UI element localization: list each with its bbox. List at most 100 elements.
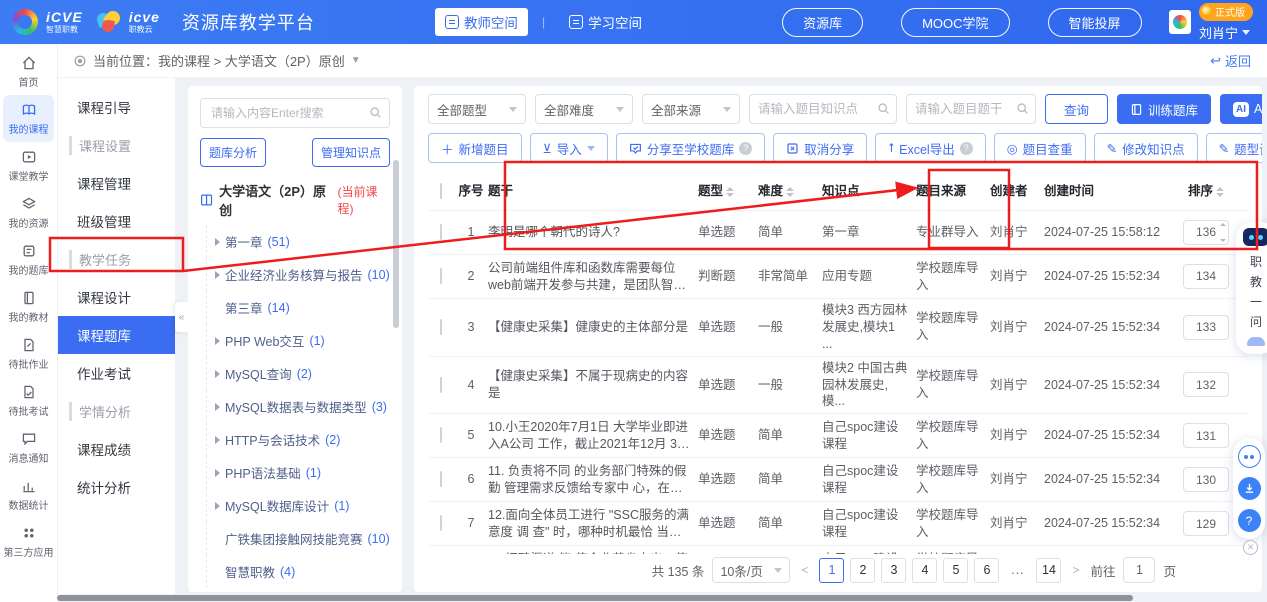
sort-order-input[interactable]: 129 — [1183, 511, 1229, 536]
menu-item-course-design[interactable]: 课程设计 — [57, 278, 175, 316]
col-type[interactable]: 题型 — [698, 183, 758, 200]
resource-library-button[interactable]: 资源库 — [782, 8, 863, 37]
col-sort[interactable]: 排序 — [1176, 183, 1236, 200]
rail-item-notifications[interactable]: 消息通知 — [3, 424, 54, 471]
rail-item-classroom-teaching[interactable]: 课堂教学 — [3, 142, 54, 189]
question-stem[interactable]: 公司前端组件库和函数库需要每位web前端开发参与共建，是团队智慧的结晶和... — [488, 260, 690, 294]
row-checkbox[interactable] — [440, 268, 442, 284]
chapter-node[interactable]: PHP Web交互 (1) — [206, 324, 390, 357]
goto-page-input[interactable] — [1123, 557, 1155, 583]
chat-robot-button[interactable] — [1238, 445, 1261, 468]
prev-page-button[interactable]: < — [798, 563, 811, 577]
app-icon[interactable] — [1169, 10, 1191, 34]
sort-order-input[interactable]: 132 — [1183, 372, 1229, 397]
duplicate-check-button[interactable]: ◎ 题目查重 — [994, 133, 1086, 163]
rail-item-my-courses[interactable]: 我的课程 — [3, 95, 54, 142]
help-icon[interactable]: ? — [739, 142, 752, 155]
query-button[interactable]: 查询 — [1045, 94, 1108, 124]
add-question-button[interactable]: ＋新增题目 — [428, 133, 522, 163]
sort-order-input[interactable]: 130 — [1183, 467, 1229, 492]
tree-search-input[interactable] — [200, 98, 390, 128]
expand-caret-icon[interactable] — [215, 271, 220, 279]
rail-item-pending-homework[interactable]: 待批作业 — [3, 330, 54, 377]
cancel-share-button[interactable]: 取消分享 — [773, 133, 867, 163]
question-stem[interactable]: 10.小王2020年7月1日 大学毕业即进入A公司 工作，截止2021年12月 … — [488, 419, 690, 453]
sort-icon[interactable] — [1216, 187, 1224, 197]
rail-item-third-party-apps[interactable]: 第三方应用 — [3, 518, 54, 565]
menu-item-statistical-analysis[interactable]: 统计分析 — [57, 468, 175, 506]
import-button[interactable]: ⊻导入 — [530, 133, 608, 163]
page-number-button[interactable]: ... — [1005, 558, 1030, 583]
page-number-button[interactable]: 5 — [943, 558, 968, 583]
expand-caret-icon[interactable] — [215, 502, 220, 510]
user-menu[interactable]: 刘肖宁 — [1199, 23, 1250, 42]
manage-knowledge-points-button[interactable]: 管理知识点 — [312, 138, 390, 167]
breadcrumb-path[interactable]: 我的课程 > 大学语文（2P）原创 — [158, 51, 345, 70]
sort-icon[interactable] — [726, 187, 734, 197]
row-checkbox[interactable] — [440, 471, 442, 487]
chapter-node[interactable]: MySQL数据库设计 (1) — [206, 489, 390, 522]
stepper-icons[interactable] — [1220, 223, 1226, 242]
select-all-checkbox[interactable] — [440, 183, 442, 199]
source-select[interactable]: 全部来源 — [642, 94, 740, 124]
rail-item-my-resources[interactable]: 我的资源 — [3, 189, 54, 236]
rail-item-home[interactable]: 首页 — [3, 48, 54, 95]
question-type-select[interactable]: 全部题型 — [428, 94, 526, 124]
download-button[interactable] — [1238, 477, 1261, 500]
tab-teacher-space[interactable]: 教师空间 — [435, 8, 528, 36]
chapter-node[interactable]: 广铁集团接触网技能竞赛 (10) — [206, 522, 390, 555]
chapter-node[interactable]: PHP语法基础 (1) — [206, 456, 390, 489]
row-checkbox[interactable] — [440, 319, 442, 335]
difficulty-select[interactable]: 全部难度 — [535, 94, 633, 124]
chapter-node[interactable]: 第一章 (51) — [206, 225, 390, 258]
menu-item-course-question-bank[interactable]: 课程题库 — [57, 316, 175, 354]
close-floating-toolbar-button[interactable]: ✕ — [1243, 540, 1258, 555]
menu-item-course-management[interactable]: 课程管理 — [57, 164, 175, 202]
help-button[interactable]: ? — [1238, 509, 1261, 532]
tab-student-space[interactable]: 学习空间 — [559, 8, 652, 36]
chapter-node[interactable]: MySQL查询 (2) — [206, 357, 390, 390]
row-checkbox[interactable] — [440, 515, 442, 531]
chapter-node[interactable]: 企业经济业务核算与报告 (10) — [206, 258, 390, 291]
sort-icon[interactable] — [786, 187, 794, 197]
training-bank-button[interactable]: 训练题库 — [1117, 94, 1211, 124]
chapter-node[interactable]: 智慧职教 (4) — [206, 555, 390, 588]
mooc-college-button[interactable]: MOOC学院 — [901, 8, 1009, 37]
sort-order-input[interactable]: 133 — [1183, 315, 1229, 340]
rail-item-statistics[interactable]: 数据统计 — [3, 471, 54, 518]
question-stem[interactable]: 12.面向全体员工进行 "SSC服务的满意度 调 查" 时，哪种时机最恰 当？（… — [488, 507, 690, 541]
page-number-button[interactable]: 1 — [819, 558, 844, 583]
ai-button[interactable]: AI A — [1220, 94, 1262, 124]
question-stem[interactable]: 李明是哪个朝代的诗人? — [488, 224, 690, 241]
question-type-settings-button[interactable]: ✎ 题型设置 — [1206, 133, 1262, 163]
collapse-panel-handle[interactable]: « — [175, 302, 188, 332]
question-stem[interactable]: 【健康史采集】不属于现病史的内容是 — [488, 368, 690, 402]
row-checkbox[interactable] — [440, 377, 442, 393]
question-stem[interactable]: 11. 负责将不同 的业务部门特殊的假勤 管理需求反馈给专家中 心，在专业中心的… — [488, 463, 690, 497]
bank-analysis-button[interactable]: 题库分析 — [200, 138, 266, 167]
assistant-widget[interactable]: 职 教 一 问 — [1236, 222, 1267, 354]
horizontal-scrollbar[interactable] — [57, 595, 1133, 601]
sort-order-input[interactable]: 131 — [1183, 423, 1229, 448]
row-checkbox[interactable] — [440, 427, 442, 443]
rail-item-my-question-bank[interactable]: 我的题库 — [3, 236, 54, 283]
knowledge-point-input[interactable] — [749, 94, 897, 124]
question-stem[interactable]: 【健康史采集】健康史的主体部分是 — [488, 319, 690, 336]
modify-knowledge-points-button[interactable]: ✎ 修改知识点 — [1094, 133, 1198, 163]
chapter-node[interactable]: HTTP与会话技术 (2) — [206, 423, 390, 456]
expand-caret-icon[interactable] — [215, 469, 220, 477]
sort-order-input[interactable]: 134 — [1183, 264, 1229, 289]
col-difficulty[interactable]: 难度 — [758, 183, 822, 200]
page-number-button[interactable]: 14 — [1036, 558, 1061, 583]
breadcrumb-caret-icon[interactable]: ▼ — [351, 55, 361, 66]
sort-order-input[interactable]: 136 — [1183, 220, 1229, 245]
page-number-button[interactable]: 3 — [881, 558, 906, 583]
per-page-select[interactable]: 10条/页 — [712, 557, 790, 583]
menu-item-course-grades[interactable]: 课程成绩 — [57, 430, 175, 468]
menu-item-class-management[interactable]: 班级管理 — [57, 202, 175, 240]
next-page-button[interactable]: > — [1069, 563, 1082, 577]
menu-item-course-guide[interactable]: 课程引导 — [57, 88, 175, 126]
rail-item-my-textbooks[interactable]: 我的教材 — [3, 283, 54, 330]
page-number-button[interactable]: 2 — [850, 558, 875, 583]
back-button[interactable]: ↩ 返回 — [1210, 51, 1251, 70]
